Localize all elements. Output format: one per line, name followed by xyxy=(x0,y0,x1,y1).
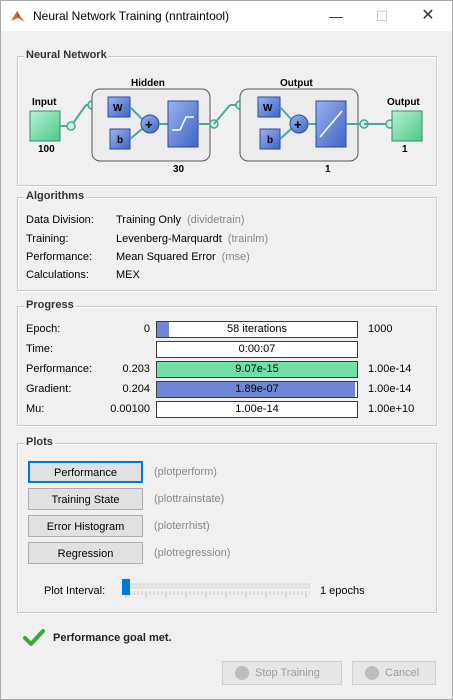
output-weight-label: W xyxy=(263,103,273,114)
progress-end-value: 1000 xyxy=(368,323,393,335)
progress-bar: 9.07e-15 xyxy=(156,361,358,378)
output-node xyxy=(391,110,423,142)
progress-bar: 0:00:07 xyxy=(156,341,358,358)
plot-interval-label: Plot Interval: xyxy=(44,585,106,597)
plot-interval-value: 1 epochs xyxy=(320,585,365,597)
output-sum-glyph: + xyxy=(294,117,302,132)
progress-end-value: 1.00e+10 xyxy=(368,403,415,415)
hidden-weight-label: W xyxy=(113,103,123,114)
progress-start-value: 0.00100 xyxy=(110,403,150,415)
progress-bar: 1.00e-14 xyxy=(156,401,358,418)
slider-thumb[interactable] xyxy=(122,579,130,595)
progress-bar-text: 1.89e-07 xyxy=(235,383,279,395)
plot-function-name: (plotperform) xyxy=(154,466,217,478)
input-node xyxy=(29,110,61,142)
plots-panel: Plots Performance (plotperform) Training… xyxy=(17,436,437,613)
algorithm-value: Levenberg-Marquardt xyxy=(116,233,222,245)
panel-title: Plots xyxy=(24,436,55,448)
cancel-label: Cancel xyxy=(385,667,420,679)
neural-network-panel: Neural Network Input 100 Hidden 30 Outpu… xyxy=(17,49,437,186)
hidden-bias-label: b xyxy=(117,135,123,146)
hidden-layer-label: Hidden xyxy=(131,78,165,89)
progress-label: Epoch: xyxy=(26,323,61,335)
input-label: Input xyxy=(32,97,57,108)
progress-row-epoch: Epoch: 0 58 iterations 1000 xyxy=(18,321,438,339)
title-bar: Neural Network Training (nntraintool) — … xyxy=(1,1,452,31)
progress-bar-text: 58 iterations xyxy=(227,323,287,335)
progress-label: Performance: xyxy=(26,363,93,375)
algorithm-function: (dividetrain) xyxy=(187,214,245,226)
output-layer-size: 1 xyxy=(325,164,331,175)
progress-bar: 58 iterations xyxy=(156,321,358,338)
output-label: Output xyxy=(387,97,420,108)
cancel-button[interactable]: Cancel xyxy=(352,661,436,685)
matlab-logo-icon xyxy=(11,11,25,22)
progress-row-time: Time: 0:00:07 xyxy=(18,341,438,359)
progress-panel: Progress Epoch: 0 58 iterations 1000 Tim… xyxy=(17,299,438,426)
hidden-size: 30 xyxy=(173,164,185,175)
algorithm-function: (mse) xyxy=(221,251,250,263)
progress-label: Mu: xyxy=(26,403,45,415)
close-button[interactable]: ✕ xyxy=(405,1,451,31)
algorithm-value: Mean Squared Error xyxy=(116,251,216,263)
algorithm-label: Performance: xyxy=(26,251,93,263)
minimize-button[interactable]: — xyxy=(313,1,359,31)
plot-function-name: (plotregression) xyxy=(154,547,231,559)
output-bias-label: b xyxy=(267,135,273,146)
algorithms-panel: Algorithms Data Division: Training Only (… xyxy=(17,190,437,291)
stop-icon xyxy=(235,666,249,680)
status-text: Performance goal met. xyxy=(53,632,172,644)
progress-bar-text: 9.07e-15 xyxy=(235,363,279,375)
output-layer-label: Output xyxy=(280,78,313,89)
plot-performance-button[interactable]: Performance xyxy=(28,461,143,483)
progress-start-value: 0.203 xyxy=(122,363,150,375)
hidden-sum-glyph: + xyxy=(145,117,153,132)
algorithm-value: Training Only xyxy=(116,214,182,226)
progress-start-value: 0 xyxy=(143,323,150,335)
checkmark-icon xyxy=(23,629,45,646)
plot-function-name: (plottrainstate) xyxy=(154,493,225,505)
progress-label: Time: xyxy=(26,343,54,355)
plot-error-histogram-button[interactable]: Error Histogram xyxy=(28,515,143,537)
window-title: Neural Network Training (nntraintool) xyxy=(33,9,230,23)
panel-title: Progress xyxy=(24,299,76,311)
progress-bar: 1.89e-07 xyxy=(156,381,358,398)
plot-interval-slider[interactable] xyxy=(122,579,310,599)
progress-bar-text: 0:00:07 xyxy=(238,343,276,355)
stop-training-label: Stop Training xyxy=(255,667,320,679)
plot-function-name: (ploterrhist) xyxy=(154,520,210,532)
algorithm-label: Data Division: xyxy=(26,214,94,226)
plot-regression-button[interactable]: Regression xyxy=(28,542,143,564)
progress-bar-text: 1.00e-14 xyxy=(235,403,279,415)
progress-end-value: 1.00e-14 xyxy=(368,363,412,375)
progress-row-gradient: Gradient: 0.204 1.89e-07 1.00e-14 xyxy=(18,381,438,399)
plot-training-state-button[interactable]: Training State xyxy=(28,488,143,510)
maximize-button[interactable]: ☐ xyxy=(359,1,405,31)
input-size: 100 xyxy=(38,144,55,155)
progress-row-performance: Performance: 0.203 9.07e-15 1.00e-14 xyxy=(18,361,438,379)
nntraintool-window: Neural Network Training (nntraintool) — … xyxy=(0,0,453,700)
algorithm-function: (trainlm) xyxy=(227,233,269,245)
progress-end-value: 1.00e-14 xyxy=(368,383,412,395)
progress-row-mu: Mu: 0.00100 1.00e-14 1.00e+10 xyxy=(18,401,438,419)
progress-label: Gradient: xyxy=(26,383,72,395)
output-size: 1 xyxy=(402,144,408,155)
cancel-icon xyxy=(365,666,379,680)
stop-training-button[interactable]: Stop Training xyxy=(222,661,342,685)
algorithm-label: Training: xyxy=(26,233,69,245)
algorithm-label: Calculations: xyxy=(26,269,89,281)
network-diagram: Input 100 Hidden 30 Output 1 Output 1 W … xyxy=(29,78,423,175)
progress-start-value: 0.204 xyxy=(122,383,150,395)
panel-title: Algorithms xyxy=(24,190,87,202)
algorithm-value: MEX xyxy=(116,269,140,281)
